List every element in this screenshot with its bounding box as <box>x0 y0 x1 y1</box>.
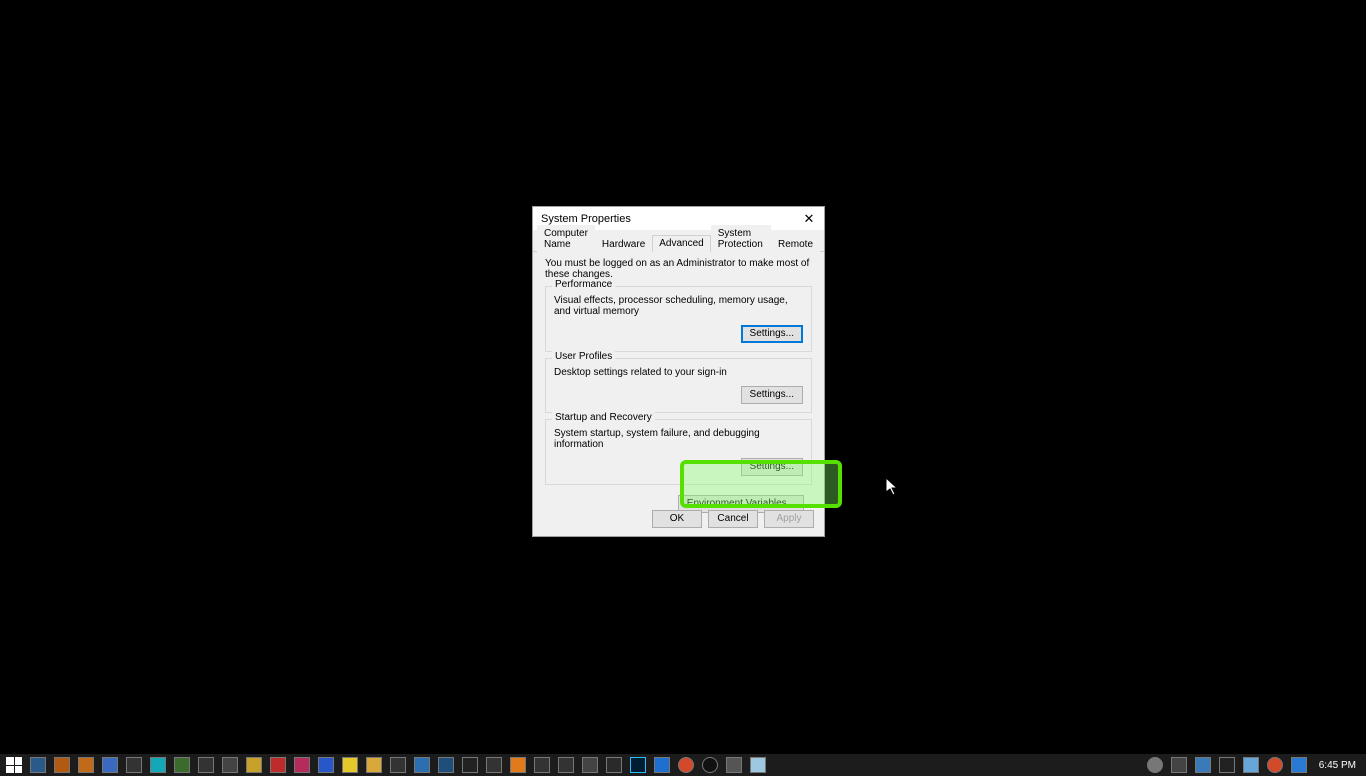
group-user-profiles-legend: User Profiles <box>552 351 615 362</box>
mouse-cursor-icon <box>886 478 898 496</box>
tab-advanced[interactable]: Advanced <box>652 235 710 252</box>
photoshop-icon[interactable] <box>628 756 648 774</box>
tray-app-4[interactable] <box>1241 756 1261 774</box>
startup-recovery-settings-button[interactable]: Settings... <box>741 458 803 476</box>
group-performance: Performance Visual effects, processor sc… <box>545 286 812 352</box>
tab-hardware[interactable]: Hardware <box>595 236 652 252</box>
taskbar-app-12[interactable] <box>316 756 336 774</box>
taskbar-left <box>4 756 768 774</box>
taskbar-app-26[interactable] <box>652 756 672 774</box>
windows-logo-icon <box>6 757 22 773</box>
start-button[interactable] <box>4 756 24 774</box>
steam-icon[interactable] <box>700 756 720 774</box>
tray-settings-icon[interactable] <box>1145 756 1165 774</box>
performance-settings-button[interactable]: Settings... <box>741 325 803 343</box>
ok-button[interactable]: OK <box>652 510 702 528</box>
taskbar-app-9[interactable] <box>244 756 264 774</box>
taskbar-app-3[interactable] <box>100 756 120 774</box>
tab-remote[interactable]: Remote <box>771 236 820 252</box>
taskbar-app-19[interactable] <box>484 756 504 774</box>
taskbar-app-17[interactable] <box>436 756 456 774</box>
tray-app-2[interactable] <box>1193 756 1213 774</box>
dialog-title: System Properties <box>541 213 631 225</box>
taskbar-app-5[interactable] <box>148 756 168 774</box>
taskbar-app-22[interactable] <box>556 756 576 774</box>
tab-computer-name[interactable]: Computer Name <box>537 225 595 252</box>
group-performance-desc: Visual effects, processor scheduling, me… <box>554 295 803 317</box>
taskbar-app-10[interactable] <box>268 756 288 774</box>
taskbar-app-8[interactable] <box>220 756 240 774</box>
dialog-button-row: OK Cancel Apply <box>652 510 814 528</box>
taskbar-clock[interactable]: 6:45 PM <box>1313 760 1362 771</box>
tab-system-protection[interactable]: System Protection <box>711 225 771 252</box>
admin-note: You must be logged on as an Administrato… <box>545 258 812 280</box>
tab-strip: Computer Name Hardware Advanced System P… <box>533 230 824 252</box>
tab-page-advanced: You must be logged on as an Administrato… <box>533 252 824 517</box>
group-startup-recovery-desc: System startup, system failure, and debu… <box>554 428 803 450</box>
apply-button[interactable]: Apply <box>764 510 814 528</box>
chrome-icon[interactable] <box>676 756 696 774</box>
group-startup-recovery: Startup and Recovery System startup, sys… <box>545 419 812 485</box>
taskbar-app-18[interactable] <box>460 756 480 774</box>
taskbar-app-21[interactable] <box>532 756 552 774</box>
group-startup-recovery-legend: Startup and Recovery <box>552 412 655 423</box>
tray-app-6[interactable] <box>1289 756 1309 774</box>
taskbar-app-20[interactable] <box>508 756 528 774</box>
taskbar-right: 6:45 PM <box>1145 756 1362 774</box>
tray-app-5[interactable] <box>1265 756 1285 774</box>
taskbar-app-23[interactable] <box>580 756 600 774</box>
close-icon[interactable]: ✕ <box>794 208 824 230</box>
group-performance-legend: Performance <box>552 279 615 290</box>
cancel-button[interactable]: Cancel <box>708 510 758 528</box>
system-properties-dialog: System Properties ✕ Computer Name Hardwa… <box>532 206 825 537</box>
taskbar-app-11[interactable] <box>292 756 312 774</box>
taskbar-app-1[interactable] <box>52 756 72 774</box>
taskbar-app-16[interactable] <box>412 756 432 774</box>
taskbar-app-24[interactable] <box>604 756 624 774</box>
task-view-icon[interactable] <box>28 756 48 774</box>
user-profiles-settings-button[interactable]: Settings... <box>741 386 803 404</box>
group-user-profiles: User Profiles Desktop settings related t… <box>545 358 812 413</box>
taskbar[interactable]: 6:45 PM <box>0 754 1366 776</box>
file-explorer-icon[interactable] <box>364 756 384 774</box>
taskbar-app-13[interactable] <box>340 756 360 774</box>
tray-app-3[interactable] <box>1217 756 1237 774</box>
group-user-profiles-desc: Desktop settings related to your sign-in <box>554 367 803 378</box>
taskbar-app-7[interactable] <box>196 756 216 774</box>
taskbar-app-6[interactable] <box>172 756 192 774</box>
taskbar-app-29[interactable] <box>724 756 744 774</box>
taskbar-app-4[interactable] <box>124 756 144 774</box>
notepad-icon[interactable] <box>748 756 768 774</box>
taskbar-app-15[interactable] <box>388 756 408 774</box>
taskbar-app-2[interactable] <box>76 756 96 774</box>
tray-app-1[interactable] <box>1169 756 1189 774</box>
